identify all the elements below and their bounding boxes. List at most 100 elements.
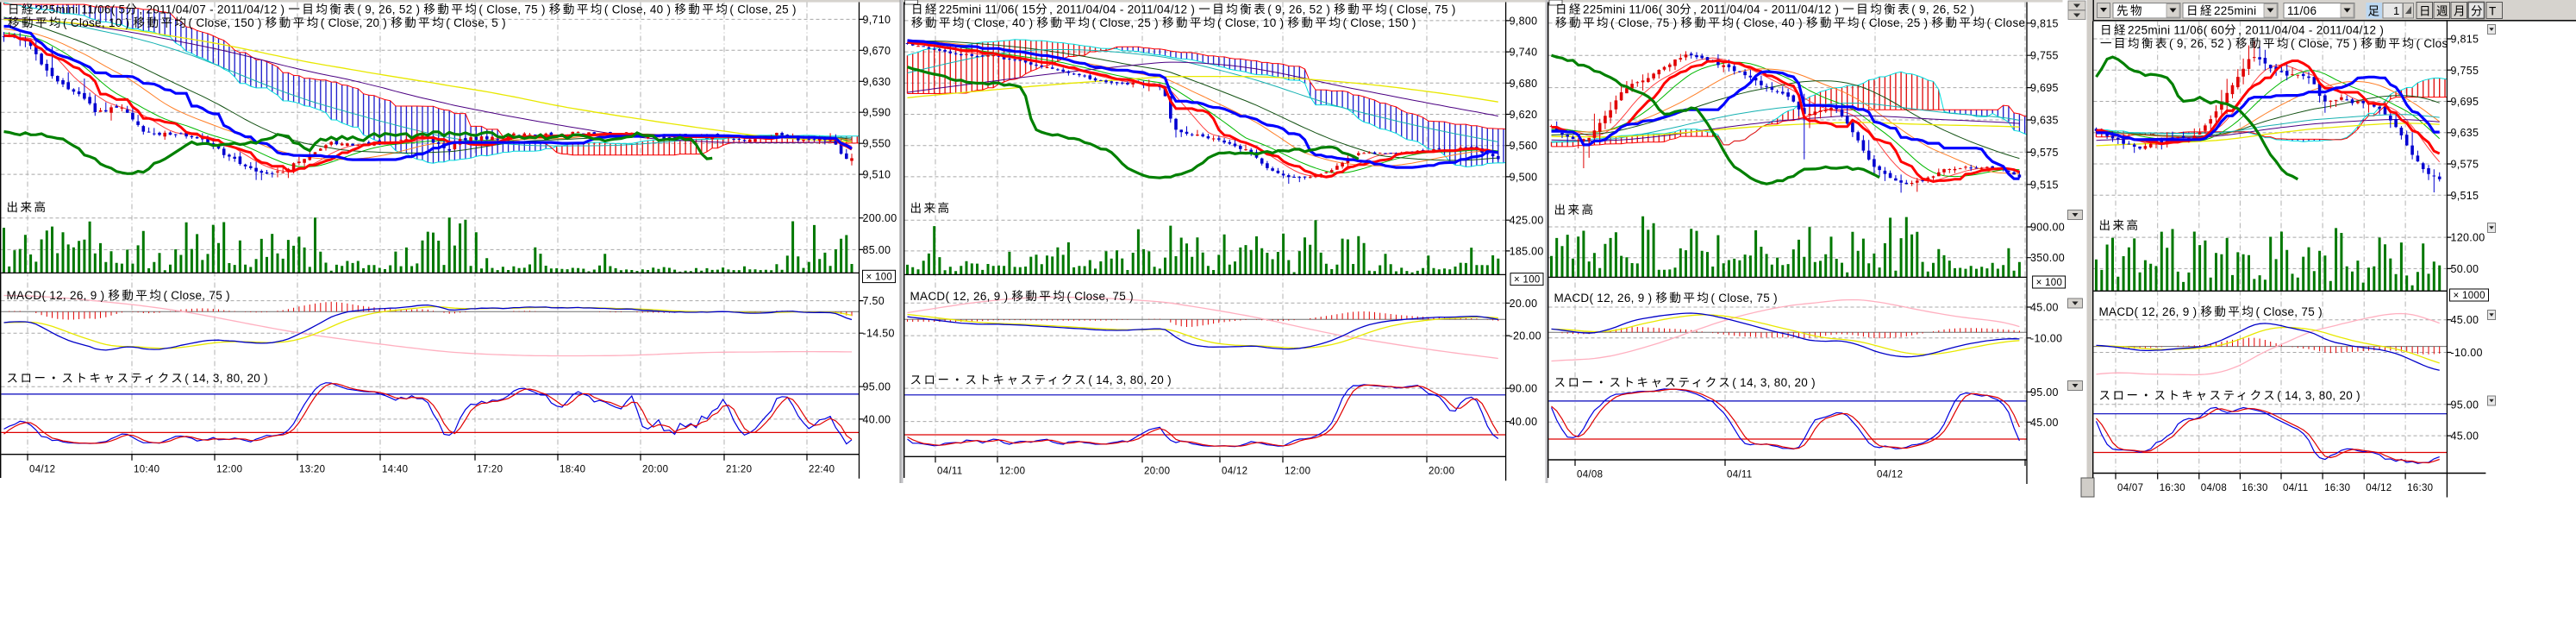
svg-text:9,670: 9,670 <box>863 45 891 57</box>
svg-text:9,755: 9,755 <box>2030 50 2059 62</box>
svg-text:移動平均( Close, 40 ) 移動平均( Close: 移動平均( Close, 40 ) 移動平均( Close, 25 ) 移動平均… <box>911 16 1416 29</box>
svg-text:1: 1 <box>2393 4 2400 17</box>
svg-text:04/08: 04/08 <box>2201 483 2227 493</box>
svg-text:14:40: 14:40 <box>382 465 408 475</box>
svg-text:出来高: 出来高 <box>1554 203 1596 217</box>
svg-text:10:40: 10:40 <box>134 465 159 475</box>
svg-text:日経225mini 11/06( 5分, 2011/04/0: 日経225mini 11/06( 5分, 2011/04/07 - 2011/0… <box>8 3 797 16</box>
svg-text:9,815: 9,815 <box>2030 17 2059 29</box>
svg-text:× 100: × 100 <box>866 272 893 282</box>
svg-text:50.00: 50.00 <box>2451 263 2479 275</box>
svg-text:95.00: 95.00 <box>2451 399 2479 411</box>
svg-text:9,515: 9,515 <box>2030 179 2059 191</box>
svg-text:MACD( 12, 26, 9 ) 移動平均( Close: MACD( 12, 26, 9 ) 移動平均( Close, 75 ) <box>7 289 230 302</box>
svg-text:分: 分 <box>2471 5 2485 18</box>
svg-text:95.00: 95.00 <box>863 381 891 393</box>
svg-text:9,755: 9,755 <box>2451 65 2479 77</box>
svg-text:04/11: 04/11 <box>2283 483 2308 493</box>
svg-text:18:40: 18:40 <box>560 465 585 475</box>
svg-text:13:20: 13:20 <box>299 465 325 475</box>
svg-text:日: 日 <box>2419 5 2433 18</box>
svg-text:95.00: 95.00 <box>2030 386 2059 399</box>
svg-text:20.00: 20.00 <box>1510 298 1538 310</box>
svg-text:スロー・ストキャスティクス( 14, 3, 80, 20 ): スロー・ストキャスティクス( 14, 3, 80, 20 ) <box>2099 389 2360 402</box>
svg-text:11/06: 11/06 <box>2287 4 2317 17</box>
svg-text:900.00: 900.00 <box>2030 222 2065 234</box>
svg-text:20:00: 20:00 <box>1429 467 1454 477</box>
svg-text:40.00: 40.00 <box>863 413 891 425</box>
svg-text:17:20: 17:20 <box>477 465 503 475</box>
svg-text:足: 足 <box>2368 5 2382 18</box>
svg-text:16:30: 16:30 <box>2160 483 2185 493</box>
svg-text:9,575: 9,575 <box>2451 159 2479 171</box>
svg-text:-14.50: -14.50 <box>863 328 895 340</box>
svg-text:-10.00: -10.00 <box>2451 347 2483 359</box>
svg-text:9,515: 9,515 <box>2451 190 2479 202</box>
svg-text:× 1000: × 1000 <box>2454 291 2485 301</box>
svg-text:9,695: 9,695 <box>2030 82 2059 94</box>
svg-text:9,560: 9,560 <box>1510 140 1538 152</box>
svg-text:425.00: 425.00 <box>1510 215 1544 227</box>
svg-text:9,680: 9,680 <box>1510 78 1538 90</box>
svg-text:45.00: 45.00 <box>2451 314 2479 326</box>
svg-text:21:20: 21:20 <box>726 465 752 475</box>
svg-text:週: 週 <box>2436 5 2450 18</box>
svg-text:12:00: 12:00 <box>216 465 242 475</box>
svg-text:9,575: 9,575 <box>2030 147 2059 159</box>
svg-text:9,815: 9,815 <box>2451 34 2479 46</box>
svg-text:12:00: 12:00 <box>1285 467 1310 477</box>
svg-text:16:30: 16:30 <box>2241 483 2267 493</box>
svg-text:日経225mini 11/06( 30分, 2011/04/: 日経225mini 11/06( 30分, 2011/04/04 - 2011/… <box>1555 3 1974 16</box>
svg-text:× 100: × 100 <box>1514 275 1541 286</box>
svg-text:200.00: 200.00 <box>863 212 897 224</box>
svg-text:9,590: 9,590 <box>863 107 891 119</box>
svg-text:9,550: 9,550 <box>863 138 891 150</box>
svg-text:出来高: 出来高 <box>2099 218 2141 232</box>
svg-text:45.00: 45.00 <box>2030 417 2059 429</box>
svg-text:9,710: 9,710 <box>863 14 891 26</box>
svg-text:04/12: 04/12 <box>1222 467 1247 477</box>
svg-text:04/12: 04/12 <box>1877 470 1903 480</box>
svg-text:120.00: 120.00 <box>2451 232 2485 244</box>
svg-text:日経225mini 11/06( 15分, 2011/04/: 日経225mini 11/06( 15分, 2011/04/04 - 2011/… <box>911 3 1456 16</box>
svg-text:MACD( 12, 26, 9 ) 移動平均( Close: MACD( 12, 26, 9 ) 移動平均( Close, 75 ) <box>910 290 1134 303</box>
svg-text:22:40: 22:40 <box>809 465 835 475</box>
svg-text:スロー・ストキャスティクス( 14, 3, 80, 20 ): スロー・ストキャスティクス( 14, 3, 80, 20 ) <box>910 374 1172 386</box>
svg-text:日経225mini: 日経225mini <box>2186 4 2256 17</box>
svg-text:先物: 先物 <box>2116 4 2144 17</box>
svg-text:7.50: 7.50 <box>863 295 885 307</box>
svg-text:9,620: 9,620 <box>1510 109 1538 121</box>
svg-text:MACD( 12, 26, 9 ) 移動平均( Close: MACD( 12, 26, 9 ) 移動平均( Close, 75 ) <box>1554 292 1778 305</box>
svg-text:スロー・ストキャスティクス( 14, 3, 80, 20 ): スロー・ストキャスティクス( 14, 3, 80, 20 ) <box>1554 376 1816 389</box>
svg-text:45.00: 45.00 <box>2030 302 2059 314</box>
svg-text:9,510: 9,510 <box>863 169 891 181</box>
svg-text:一目均衡表( 9, 26, 52 ) 移動平均( Clos: 一目均衡表( 9, 26, 52 ) 移動平均( Close, 75 ) 移動平… <box>2100 37 2475 50</box>
svg-text:出来高: 出来高 <box>7 200 48 214</box>
svg-text:MACD( 12, 26, 9 ) 移動平均( Close: MACD( 12, 26, 9 ) 移動平均( Close, 75 ) <box>2099 305 2323 318</box>
svg-text:9,500: 9,500 <box>1510 171 1538 183</box>
svg-text:20:00: 20:00 <box>642 465 668 475</box>
svg-text:9,630: 9,630 <box>863 76 891 88</box>
svg-text:04/12: 04/12 <box>2366 483 2392 493</box>
svg-text:16:30: 16:30 <box>2407 483 2433 493</box>
svg-text:出来高: 出来高 <box>910 201 952 215</box>
svg-text:185.00: 185.00 <box>1510 245 1544 257</box>
svg-text:T: T <box>2489 5 2497 18</box>
svg-text:-10.00: -10.00 <box>2030 332 2062 344</box>
svg-text:04/08: 04/08 <box>1577 470 1603 480</box>
svg-text:9,740: 9,740 <box>1510 47 1538 59</box>
svg-text:04/11: 04/11 <box>937 467 962 477</box>
svg-text:9,635: 9,635 <box>2030 115 2059 127</box>
svg-text:9,635: 9,635 <box>2451 127 2479 139</box>
svg-text:9,800: 9,800 <box>1510 15 1538 27</box>
svg-text:12:00: 12:00 <box>999 467 1025 477</box>
svg-text:45.00: 45.00 <box>2451 430 2479 443</box>
svg-text:× 100: × 100 <box>2036 278 2063 288</box>
svg-text:40.00: 40.00 <box>1510 416 1538 428</box>
svg-text:移動平均( Close, 10 ) 移動平均( Close: 移動平均( Close, 10 ) 移動平均( Close, 150 ) 移動平… <box>8 16 506 29</box>
svg-text:月: 月 <box>2454 5 2467 18</box>
svg-text:04/07: 04/07 <box>2117 483 2143 493</box>
svg-text:-20.00: -20.00 <box>1510 330 1541 342</box>
svg-text:350.00: 350.00 <box>2030 252 2065 264</box>
svg-text:日経225mini 11/06( 60分, 2011/04/: 日経225mini 11/06( 60分, 2011/04/04 - 2011/… <box>2100 24 2384 37</box>
